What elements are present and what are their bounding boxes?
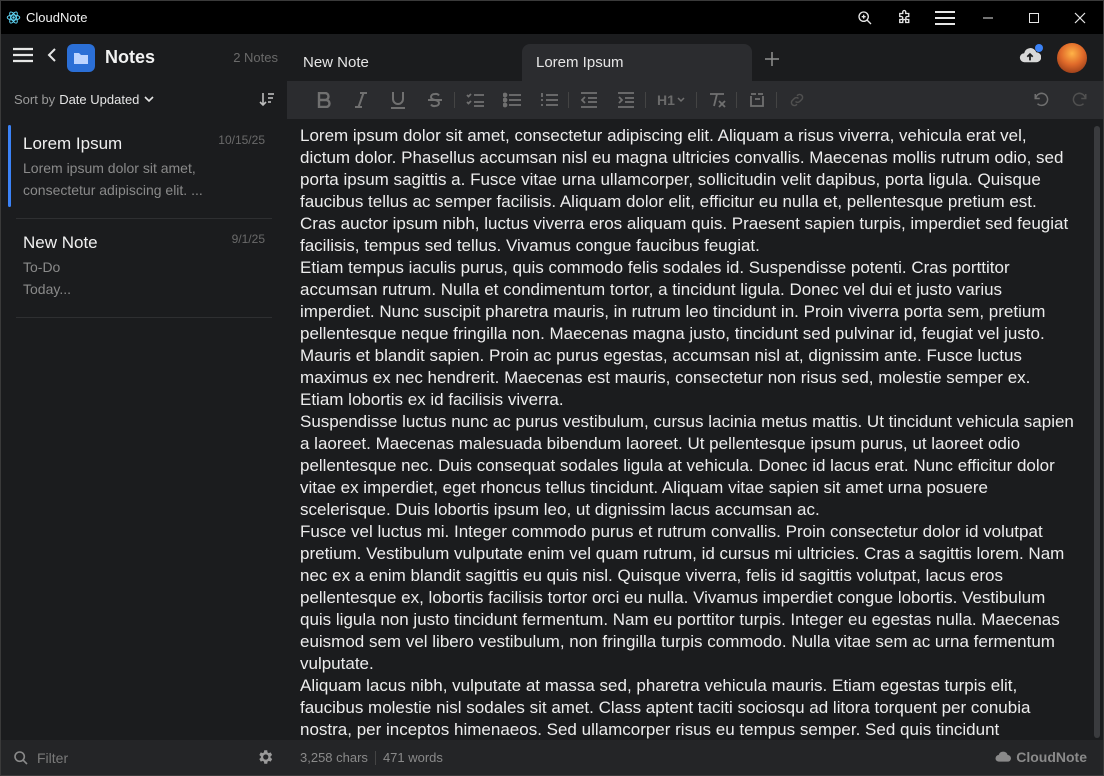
status-bar: 3,258 chars 471 words CloudNote <box>287 740 1103 775</box>
numbered-list-icon[interactable] <box>530 81 567 119</box>
avatar[interactable] <box>1057 43 1087 73</box>
note-date: 10/15/25 <box>218 133 265 147</box>
heading-dropdown[interactable]: H1 <box>647 81 695 119</box>
checklist-icon[interactable] <box>456 81 493 119</box>
chevron-down-icon[interactable] <box>144 95 154 103</box>
link-icon[interactable] <box>778 81 815 119</box>
app-window: CloudNote Notes 2 Notes Sort by Date Upd… <box>0 0 1104 776</box>
back-icon[interactable] <box>47 47 57 68</box>
sort-dropdown[interactable]: Date Updated <box>59 92 139 107</box>
note-item[interactable]: New Note 9/1/25 To-Do Today... <box>1 219 287 318</box>
note-preview: Today... <box>23 281 71 297</box>
indent-icon[interactable] <box>607 81 644 119</box>
sort-label: Sort by <box>14 91 56 107</box>
strikethrough-icon[interactable] <box>416 81 453 119</box>
filter-input[interactable] <box>37 749 237 766</box>
note-count: 2 Notes <box>233 50 278 65</box>
page-break-icon[interactable] <box>738 81 775 119</box>
hamburger-icon[interactable] <box>13 47 33 68</box>
folder-icon <box>67 43 95 72</box>
bold-icon[interactable] <box>305 81 342 119</box>
status-separator <box>374 750 376 765</box>
heading-label: H1 <box>657 92 675 108</box>
editor-paragraph: Aliquam lacus nibh, vulputate at massa s… <box>300 676 1031 739</box>
tab-lorem-ipsum[interactable]: Lorem Ipsum <box>522 44 752 81</box>
sidebar: Notes 2 Notes Sort by Date Updated Lorem… <box>1 34 287 775</box>
char-count: 3,258 chars <box>300 750 368 765</box>
word-count: 471 words <box>382 750 443 765</box>
sidebar-header: Notes 2 Notes <box>1 34 287 81</box>
menu-icon[interactable] <box>925 1 965 34</box>
redo-icon[interactable] <box>1060 81 1097 119</box>
sort-order-icon[interactable] <box>259 91 275 110</box>
react-logo-icon <box>5 10 21 26</box>
toolbar-separator <box>454 92 455 108</box>
underline-icon[interactable] <box>379 81 416 119</box>
editor-content[interactable]: Lorem ipsum dolor sit amet, consectetur … <box>287 119 1103 740</box>
sync-indicator <box>1035 44 1043 52</box>
note-preview: consectetur adipiscing elit. ... <box>23 182 203 198</box>
toolbar-separator <box>645 92 646 108</box>
editor-paragraph: Etiam tempus iaculis purus, quis commodo… <box>300 258 1046 409</box>
main-panel: New Note Lorem Ipsum H1 Lorem ipsum dolo… <box>287 34 1103 775</box>
undo-icon[interactable] <box>1023 81 1060 119</box>
brand-name: CloudNote <box>1016 749 1087 765</box>
bullet-list-icon[interactable] <box>493 81 530 119</box>
toolbar-separator <box>736 92 737 108</box>
toolbar-separator <box>696 92 697 108</box>
toolbar-separator <box>568 92 569 108</box>
italic-icon[interactable] <box>342 81 379 119</box>
close-button[interactable] <box>1057 1 1103 34</box>
extensions-icon[interactable] <box>885 1 925 34</box>
editor-paragraph: Fusce vel luctus mi. Integer commodo pur… <box>300 522 1065 673</box>
search-icon <box>13 750 29 766</box>
maximize-button[interactable] <box>1011 1 1057 34</box>
history-group <box>1023 81 1097 119</box>
tab-bar: New Note Lorem Ipsum <box>287 34 1103 81</box>
note-date: 9/1/25 <box>231 232 265 246</box>
cloud-icon <box>995 751 1012 762</box>
tab-new-note[interactable]: New Note <box>303 44 503 81</box>
editor-paragraph: Lorem ipsum dolor sit amet, consectetur … <box>300 126 1069 255</box>
note-preview: To-Do <box>23 259 61 275</box>
note-item[interactable]: Lorem Ipsum 10/15/25 Lorem ipsum dolor s… <box>1 120 287 219</box>
format-toolbar: H1 <box>287 81 1103 119</box>
gear-icon[interactable] <box>256 748 274 771</box>
filter-bar <box>1 740 287 775</box>
sidebar-title: Notes <box>105 47 156 67</box>
sort-row: Sort by Date Updated <box>1 81 287 117</box>
editor-scrollbar[interactable] <box>1094 126 1100 738</box>
add-tab-icon[interactable] <box>765 52 779 71</box>
note-list: Lorem Ipsum 10/15/25 Lorem ipsum dolor s… <box>1 120 287 318</box>
minimize-button[interactable] <box>965 1 1011 34</box>
zoom-icon[interactable] <box>845 1 885 34</box>
editor-paragraph: Suspendisse luctus nunc ac purus vestibu… <box>300 412 1074 519</box>
cloud-upload-icon[interactable] <box>1019 44 1043 69</box>
divider <box>16 317 272 318</box>
clear-format-icon[interactable] <box>698 81 735 119</box>
toolbar-separator <box>776 92 777 108</box>
note-preview: Lorem ipsum dolor sit amet, <box>23 160 196 176</box>
app-title: CloudNote <box>26 10 88 25</box>
outdent-icon[interactable] <box>570 81 607 119</box>
brand-label: CloudNote <box>995 749 1087 765</box>
title-bar: CloudNote <box>1 1 1103 34</box>
